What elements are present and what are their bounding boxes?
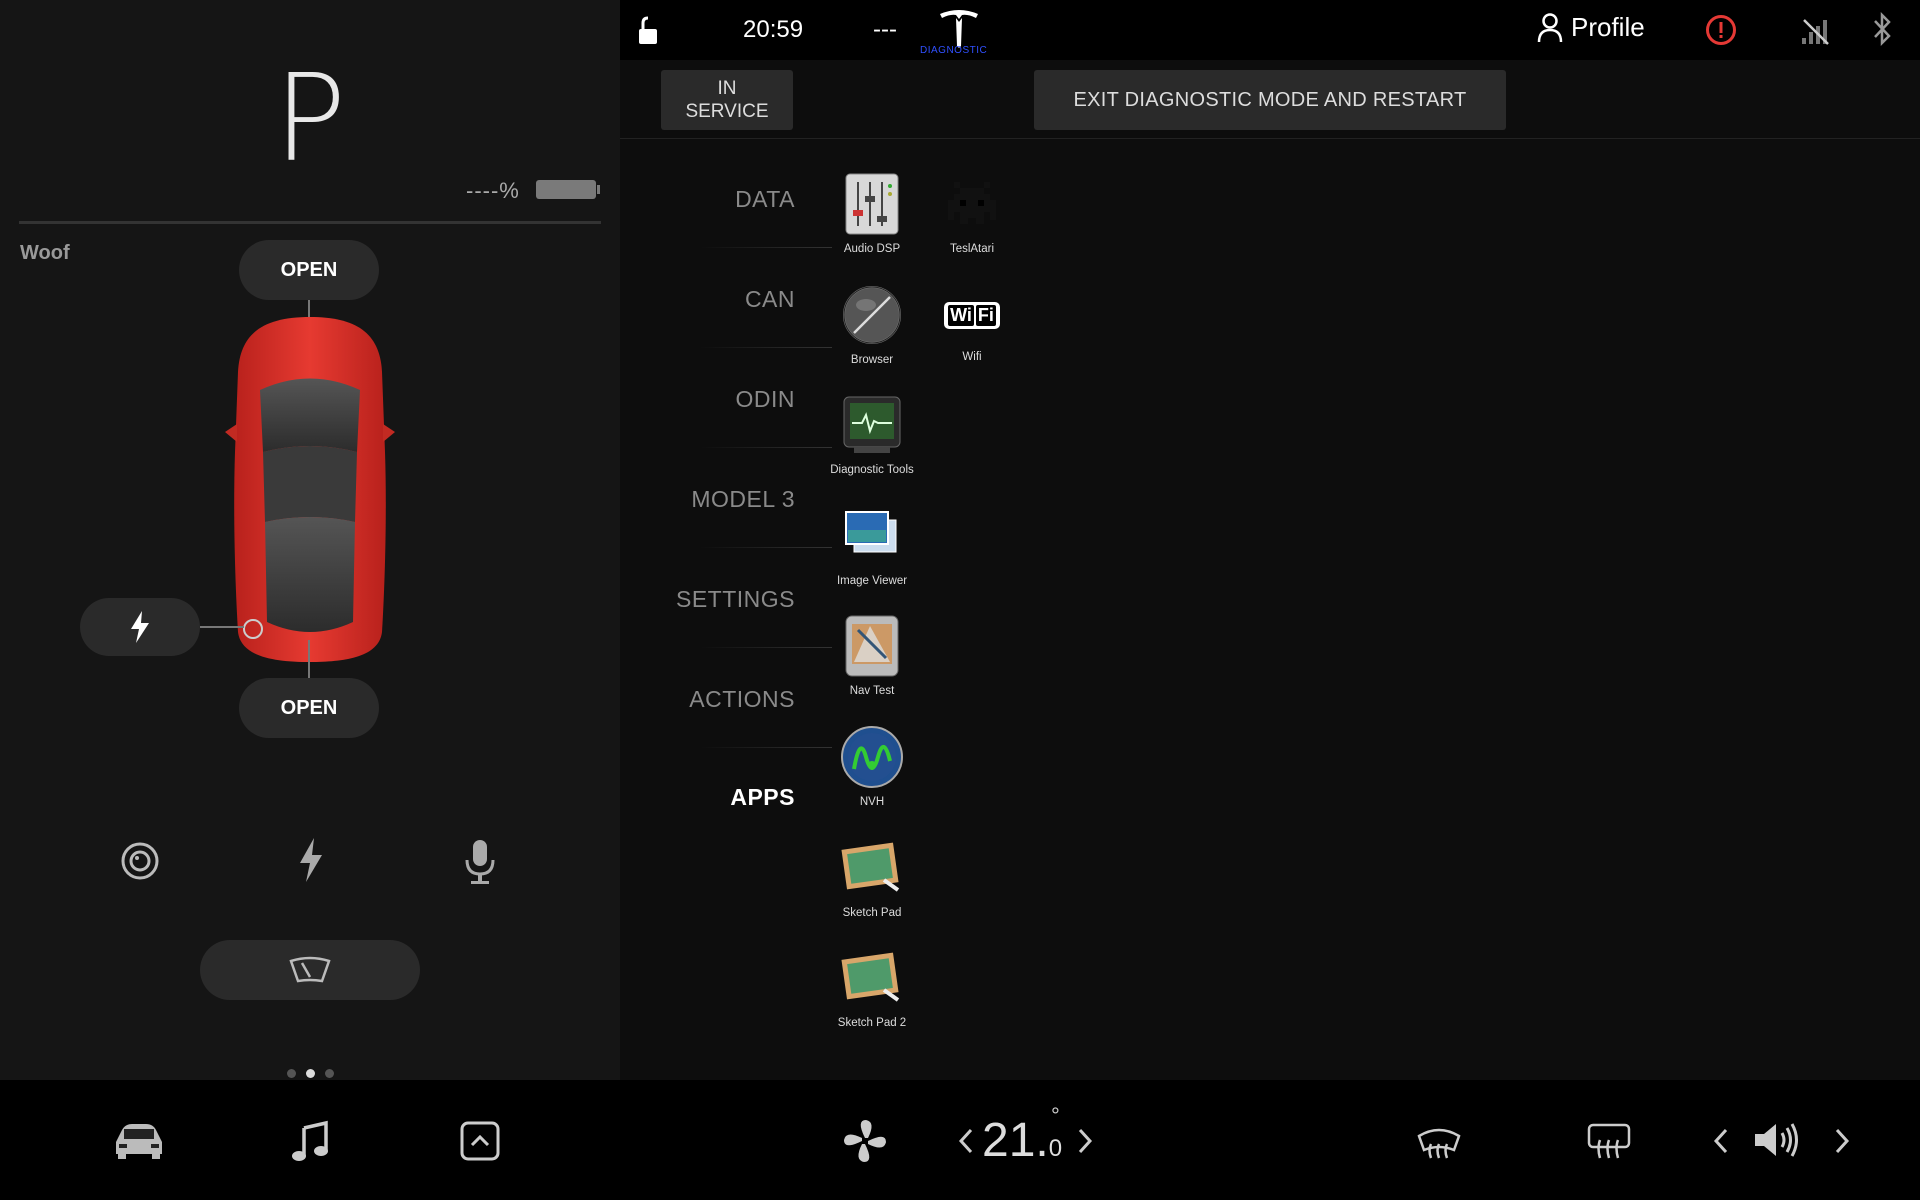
app-label: TeslAtari (949, 243, 995, 255)
charge-port-button[interactable] (80, 598, 200, 656)
charge-connector-line (200, 626, 244, 628)
nav-item-model-3[interactable]: MODEL 3 (691, 486, 795, 513)
temp-decimal: 0 (1048, 1135, 1063, 1162)
in-service-line2: SERVICE (685, 101, 769, 122)
person-icon (1537, 12, 1563, 42)
profile-label: Profile (1571, 12, 1645, 42)
app-label: Diagnostic Tools (830, 464, 914, 476)
wiper-icon (289, 956, 331, 983)
chevron-right-icon[interactable] (1077, 1128, 1093, 1154)
app-teslatari[interactable]: TeslAtari (917, 172, 1027, 255)
nav-divider (700, 447, 832, 448)
app-label: Image Viewer (836, 575, 908, 587)
no-cellular-signal-icon (1802, 19, 1829, 45)
page-dot (324, 1069, 334, 1078)
nav-divider (700, 747, 832, 748)
app-sketch-pad-2[interactable]: Sketch Pad 2 (817, 946, 927, 1029)
trunk-open-button[interactable]: OPEN (239, 678, 379, 738)
page-dot-active (305, 1069, 315, 1078)
nav-item-apps[interactable]: APPS (730, 784, 795, 811)
volume-down-chevron-icon[interactable] (1713, 1128, 1729, 1154)
space-invader-icon (948, 182, 996, 224)
camera-icon[interactable] (120, 841, 160, 881)
diagnostic-content (620, 60, 1920, 1080)
app-label: Nav Test (849, 685, 895, 697)
gear-indicator: P (273, 50, 347, 189)
volume-up-chevron-icon[interactable] (1834, 1128, 1850, 1154)
exit-diagnostic-button[interactable]: EXIT DIAGNOSTIC MODE AND RESTART (1034, 70, 1506, 130)
nav-item-can[interactable]: CAN (745, 286, 795, 313)
app-image-viewer[interactable]: Image Viewer (817, 504, 927, 587)
nav-item-actions[interactable]: ACTIONS (689, 686, 795, 713)
clock: 20:59 (743, 16, 804, 43)
outside-temp: --- (873, 16, 897, 43)
in-service-line1: IN (717, 78, 737, 99)
volume-icon[interactable] (1752, 1120, 1802, 1160)
bluetooth-icon[interactable] (1872, 12, 1894, 46)
app-launcher-icon[interactable] (459, 1120, 501, 1162)
app-nav-test[interactable]: Nav Test (817, 614, 927, 697)
app-label: NVH (859, 796, 885, 808)
wifi-icon: Wi Fi (940, 283, 1004, 347)
app-label: Audio DSP (843, 243, 901, 255)
header-divider (620, 138, 1920, 139)
app-wifi[interactable]: Wi Fi Wifi (917, 283, 1027, 363)
nav-item-settings[interactable]: SETTINGS (676, 586, 795, 613)
app-label: Sketch Pad (842, 907, 902, 919)
audio-dsp-icon (845, 173, 899, 235)
car-top-view (225, 317, 395, 662)
diagnostic-label: DIAGNOSTIC (920, 45, 988, 56)
battery-percent: ----% (466, 178, 520, 203)
lightning-icon[interactable] (298, 838, 324, 882)
wifi-icon-text-b: Fi (975, 304, 996, 326)
image-viewer-icon (845, 511, 897, 553)
nav-device-icon (845, 615, 899, 677)
chalkboard-icon (841, 842, 900, 892)
divider (19, 221, 601, 224)
app-diagnostic-tools[interactable]: Diagnostic Tools (817, 393, 927, 476)
profile-button[interactable]: Profile (1537, 12, 1645, 43)
nav-divider (700, 347, 832, 348)
app-audio-dsp[interactable]: Audio DSP (817, 172, 927, 255)
microphone-icon[interactable] (464, 840, 496, 884)
app-browser[interactable]: Browser (817, 283, 927, 366)
app-label: Browser (850, 354, 894, 366)
music-icon[interactable] (290, 1120, 330, 1164)
nav-divider (700, 547, 832, 548)
battery-tip (597, 185, 600, 194)
nav-item-odin[interactable]: ODIN (736, 386, 796, 413)
globe-icon (843, 286, 901, 344)
unlock-icon[interactable] (634, 16, 664, 46)
car-icon[interactable] (112, 1120, 166, 1160)
trunk-connector-line (308, 640, 310, 678)
wiper-button[interactable] (200, 940, 420, 1000)
chevron-left-icon[interactable] (958, 1128, 974, 1154)
nav-item-data[interactable]: DATA (735, 186, 795, 213)
frunk-open-button[interactable]: OPEN (239, 240, 379, 300)
temp-whole: 21. (982, 1114, 1049, 1167)
nvh-icon (841, 726, 903, 788)
app-label: Sketch Pad 2 (837, 1017, 907, 1029)
degree-symbol: ° (1051, 1103, 1060, 1128)
in-service-button[interactable]: IN SERVICE (661, 70, 793, 130)
lightning-icon (131, 611, 149, 643)
app-label: Wifi (962, 351, 982, 363)
alert-icon[interactable] (1705, 14, 1737, 46)
car-name: Woof (20, 242, 70, 264)
nav-divider (700, 247, 832, 248)
app-sketch-pad[interactable]: Sketch Pad (817, 836, 927, 919)
nav-divider (700, 647, 832, 648)
front-defrost-icon[interactable] (1416, 1122, 1462, 1162)
rear-defrost-icon[interactable] (1586, 1122, 1632, 1162)
battery-icon (536, 180, 596, 199)
wifi-icon-text-a: Wi (948, 304, 974, 326)
fan-icon[interactable] (842, 1118, 888, 1164)
diagnostic-monitor-icon (843, 396, 901, 453)
chalkboard-icon (841, 952, 900, 1002)
app-nvh[interactable]: NVH (817, 725, 927, 808)
tesla-logo-icon[interactable] (938, 8, 980, 48)
page-dot (286, 1069, 296, 1078)
